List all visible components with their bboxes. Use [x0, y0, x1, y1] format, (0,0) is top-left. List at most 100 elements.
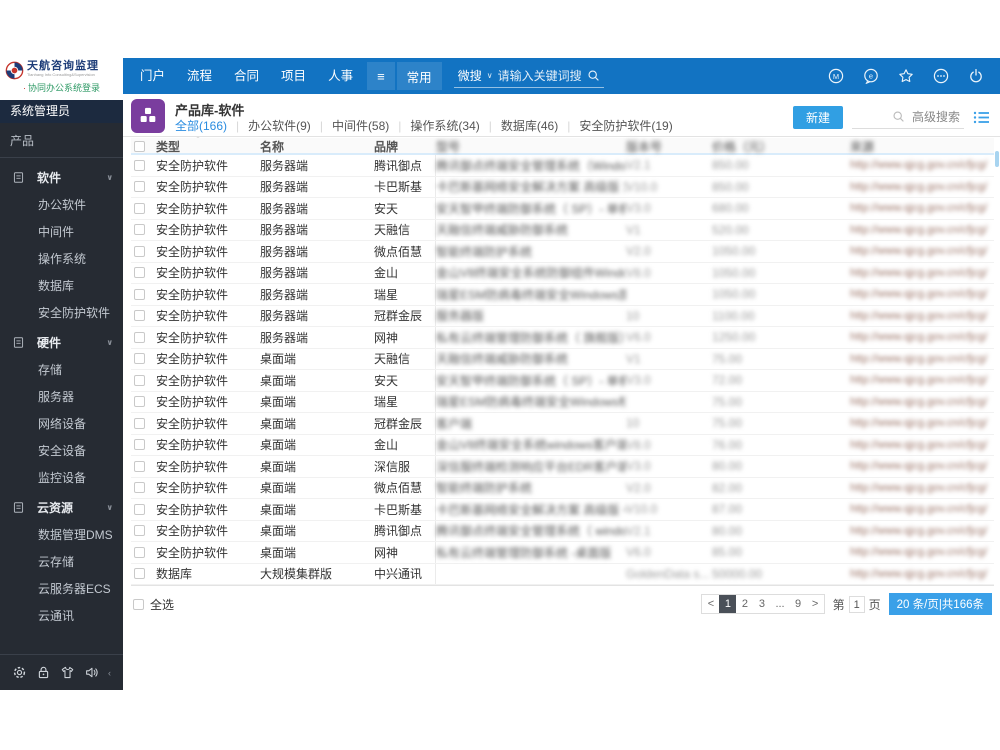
sidebar-item[interactable]: 存储 — [0, 357, 123, 384]
cell-source-link[interactable]: http://www.qjcg.gov.cn/cfjcg/ — [850, 310, 994, 322]
row-checkbox[interactable] — [134, 288, 145, 300]
page-button[interactable]: 3 — [753, 595, 770, 613]
table-row[interactable]: 安全防护软件 服务器端 金山金山V8终端安全系统防御组件Windows服务器V8.0… — [131, 262, 994, 284]
row-checkbox[interactable] — [134, 181, 145, 193]
scrollbar-thumb[interactable] — [995, 151, 999, 167]
chevron-down-icon[interactable]: ∨ — [487, 71, 493, 80]
sidebar-item[interactable]: 操作系统 — [0, 246, 123, 273]
sidebar-item[interactable]: 云存储 — [0, 549, 123, 576]
table-row[interactable]: 安全防护软件 服务器端 安天 安天智甲终端防御系统（ SP）- 单机版 V3.0 680.… — [131, 198, 994, 220]
table-row[interactable]: 安全防护软件 服务器端 卡巴斯基卡巴斯基网络安全解决方案 高级版 10节点V10.0… — [131, 176, 994, 198]
next-page-button[interactable]: > — [807, 595, 824, 613]
topnav-item[interactable]: 项目 — [270, 58, 317, 94]
table-row[interactable]: 安全防护软件 服务器端 网神 私有云终端管理防御系统（ 旗舰版） V6.0 1250.00… — [131, 327, 994, 349]
row-checkbox[interactable] — [134, 331, 145, 343]
table-row[interactable]: 安全防护软件 桌面端 深信服 深信服终端检测响应平台EDR客户端 V3.0 80.00 ht… — [131, 456, 994, 478]
list-view-toggle-icon[interactable] — [973, 110, 990, 125]
cell-source-link[interactable]: http://www.qjcg.gov.cn/cfjcg/ — [850, 245, 994, 257]
cell-source-link[interactable]: http://www.qjcg.gov.cn/cfjcg/ — [850, 159, 994, 171]
sidebar-item[interactable]: 网络设备 — [0, 411, 123, 438]
page-button[interactable]: 9 — [790, 595, 807, 613]
row-checkbox[interactable] — [134, 503, 145, 515]
cell-source-link[interactable]: http://www.qjcg.gov.cn/cfjcg/ — [850, 267, 994, 279]
message-m-icon[interactable]: M — [828, 68, 844, 84]
table-row[interactable]: 安全防护软件 桌面端 腾讯御点腾讯御点终端安全管理系统（ windows版 ）/ V… — [131, 520, 994, 542]
sidebar-item[interactable]: 云通讯 — [0, 603, 123, 630]
collapse-arrow-icon[interactable]: ‹ — [108, 668, 111, 678]
table-row[interactable]: 安全防护软件 服务器端 瑞星瑞星ESM防病毒终端安全Windows旗舰版 1050.0… — [131, 284, 994, 306]
cell-source-link[interactable]: http://www.qjcg.gov.cn/cfjcg/ — [850, 202, 994, 214]
cell-source-link[interactable]: http://www.qjcg.gov.cn/cfjcg/ — [850, 503, 994, 515]
table-row[interactable]: 安全防护软件 桌面端 瑞星瑞星ESM防病毒终端安全Windows标准版 75.00 ht… — [131, 391, 994, 413]
row-checkbox[interactable] — [134, 396, 145, 408]
app-menu-button[interactable]: ≡ — [367, 62, 395, 90]
power-icon[interactable] — [968, 68, 984, 84]
row-checkbox[interactable] — [134, 417, 145, 429]
row-checkbox[interactable] — [134, 202, 145, 214]
row-checkbox[interactable] — [134, 245, 145, 257]
sidebar-item[interactable]: 数据库 — [0, 273, 123, 300]
cell-source-link[interactable]: http://www.qjcg.gov.cn/cfjcg/ — [850, 482, 994, 494]
lock-icon[interactable] — [36, 665, 51, 680]
oa-login-link[interactable]: · 协同办公系统登录 — [0, 81, 123, 94]
gear-icon[interactable] — [12, 665, 27, 680]
new-button[interactable]: 新建 — [792, 106, 843, 129]
table-row[interactable]: 安全防护软件 桌面端 卡巴斯基卡巴斯基网络安全解决方案 高级版 +01 - K01V… — [131, 499, 994, 521]
table-row[interactable]: 安全防护软件 桌面端 微点佰慧 智能终端防护系统 V2.0 82.00 http://www… — [131, 477, 994, 499]
row-checkbox[interactable] — [134, 310, 145, 322]
topnav-item[interactable]: 流程 — [176, 58, 223, 94]
sidebar-item[interactable]: 数据管理DMS — [0, 522, 123, 549]
topnav-item[interactable]: 合同 — [223, 58, 270, 94]
chat-e-icon[interactable]: e — [863, 68, 879, 84]
row-checkbox[interactable] — [134, 224, 145, 236]
speaker-icon[interactable] — [84, 665, 99, 680]
page-number-input[interactable]: 1 — [848, 595, 865, 613]
table-row[interactable]: 安全防护软件 桌面端 安天 安天智甲终端防御系统（ SP）- 单机版 V3.0 72.00… — [131, 370, 994, 392]
table-row[interactable]: 安全防护软件 桌面端 网神 私有云终端管理防御系统 -桌面版 V6.0 85.00 http… — [131, 542, 994, 564]
search-input[interactable]: 请输入关键词搜 — [498, 67, 582, 84]
search-icon[interactable] — [892, 110, 905, 123]
sidebar-item[interactable]: 云服务器ECS — [0, 576, 123, 603]
row-checkbox[interactable] — [134, 374, 145, 386]
select-all-checkbox[interactable] — [133, 598, 144, 610]
per-page-badge[interactable]: 20 条/页|共166条 — [888, 593, 992, 615]
cell-source-link[interactable]: http://www.qjcg.gov.cn/cfjcg/ — [850, 331, 994, 343]
filter-tab[interactable]: 数据库(46) — [480, 117, 558, 134]
select-all-header-checkbox[interactable] — [134, 141, 145, 152]
row-checkbox[interactable] — [134, 546, 145, 558]
advanced-search[interactable]: 高级搜索 — [852, 106, 964, 129]
pinned-tab[interactable]: 常用 — [396, 62, 442, 90]
table-row[interactable]: 安全防护软件 服务器端 微点佰慧 智能终端防护系统 V2.0 1050.00 http://… — [131, 241, 994, 263]
cell-source-link[interactable]: http://www.qjcg.gov.cn/cfjcg/ — [850, 546, 994, 558]
sidebar-group-2[interactable]: 硬件 ∨ — [0, 327, 123, 357]
sidebar-group-3[interactable]: 云资源 ∨ — [0, 492, 123, 522]
page-button[interactable]: 1 — [719, 595, 737, 613]
row-checkbox[interactable] — [134, 460, 145, 472]
cell-source-link[interactable]: http://www.qjcg.gov.cn/cfjcg/ — [850, 417, 994, 429]
table-row[interactable]: 安全防护软件 服务器端 天融信 天融信终端威胁防御系统 V1 520.00 http://w… — [131, 219, 994, 241]
table-row[interactable]: 安全防护软件 服务器端 冠群金辰 服务器版 10 1100.00 http://www.qj… — [131, 305, 994, 327]
filter-tab[interactable]: 全部(166) — [175, 117, 227, 134]
advanced-search-label[interactable]: 高级搜索 — [912, 108, 960, 125]
cell-source-link[interactable]: http://www.qjcg.gov.cn/cfjcg/ — [850, 568, 994, 580]
theme-shirt-icon[interactable] — [60, 665, 75, 680]
cell-source-link[interactable]: http://www.qjcg.gov.cn/cfjcg/ — [850, 224, 994, 236]
cell-source-link[interactable]: http://www.qjcg.gov.cn/cfjcg/ — [850, 439, 994, 451]
sidebar-item[interactable]: 中间件 — [0, 219, 123, 246]
row-checkbox[interactable] — [134, 159, 145, 171]
page-button[interactable]: 2 — [736, 595, 753, 613]
cell-source-link[interactable]: http://www.qjcg.gov.cn/cfjcg/ — [850, 181, 994, 193]
row-checkbox[interactable] — [134, 439, 145, 451]
filter-tab[interactable]: 安全防护软件(19) — [558, 117, 672, 134]
filter-tab[interactable]: 操作系统(34) — [389, 117, 479, 134]
cell-source-link[interactable]: http://www.qjcg.gov.cn/cfjcg/ — [850, 525, 994, 537]
sidebar-item[interactable]: 安全防护软件 — [0, 300, 123, 327]
sidebar-item[interactable]: 安全设备 — [0, 438, 123, 465]
filter-tab[interactable]: 办公软件(9) — [227, 117, 311, 134]
search-scope-label[interactable]: 微搜 — [458, 67, 482, 84]
cell-source-link[interactable]: http://www.qjcg.gov.cn/cfjcg/ — [850, 396, 994, 408]
star-icon[interactable] — [898, 68, 914, 84]
filter-tab[interactable]: 中间件(58) — [311, 117, 389, 134]
sidebar-group-1[interactable]: 软件 ∨ — [0, 162, 123, 192]
sidebar-item[interactable]: 监控设备 — [0, 465, 123, 492]
